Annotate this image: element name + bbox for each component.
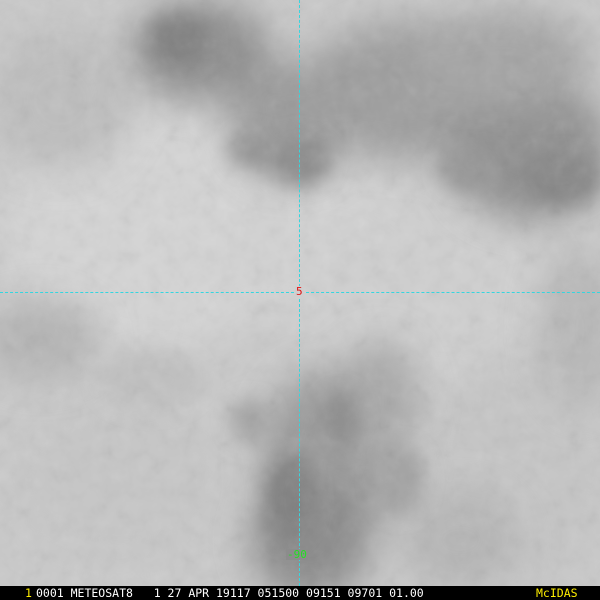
mcidas-brand: McIDAS bbox=[536, 586, 578, 600]
longitude-label: -90 bbox=[286, 548, 308, 561]
satellite-image-viewport[interactable]: 5 -90 bbox=[0, 0, 600, 586]
status-bar: 1 0001 METEOSAT8 1 27 APR 19117 051500 0… bbox=[0, 586, 600, 600]
image-info-text: 0001 METEOSAT8 1 27 APR 19117 051500 091… bbox=[36, 586, 424, 600]
frame-number: 1 bbox=[25, 586, 32, 600]
latitude-label: 5 bbox=[295, 285, 304, 298]
